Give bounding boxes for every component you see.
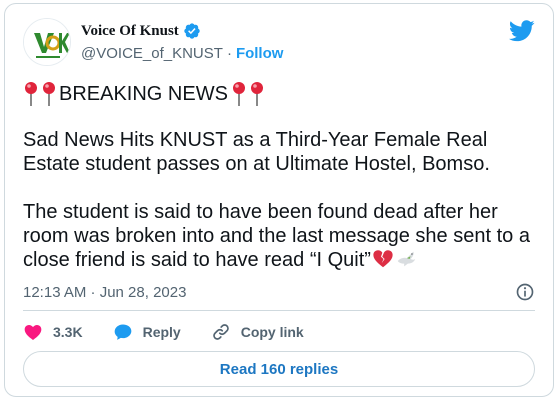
- separator-dot: ·: [226, 45, 232, 62]
- avatar-logo: [24, 19, 70, 65]
- round-pushpin-icon: [250, 82, 263, 106]
- like-button[interactable]: 3.3K: [23, 322, 83, 342]
- tweet-headline: BREAKING NEWS: [59, 83, 228, 105]
- name-row: Voice Of Knust: [81, 22, 201, 40]
- link-icon: [212, 324, 229, 340]
- heart-icon: [24, 325, 42, 340]
- copy-link-button[interactable]: Copy link: [211, 322, 304, 342]
- action-bar: 3.3K Reply Copy link: [23, 320, 334, 344]
- round-pushpin-icon: [232, 82, 245, 106]
- follow-button[interactable]: Follow: [236, 45, 284, 62]
- reply-bubble-icon: [114, 324, 131, 340]
- tweet-timestamp[interactable]: 12:13 AM · Jun 28, 2023: [23, 284, 186, 301]
- dove-icon: [397, 251, 416, 267]
- user-handle[interactable]: @VOICE_of_KNUST: [81, 45, 223, 62]
- like-count: 3.3K: [53, 324, 83, 340]
- tweet-paragraph-2-wrapper: The student is said to have been found d…: [23, 200, 543, 272]
- divider: [23, 310, 535, 311]
- read-replies-button[interactable]: Read 160 replies: [23, 351, 535, 387]
- tweet-body: BREAKING NEWS Sad News Hits KNUST as a T…: [23, 80, 543, 272]
- reply-button[interactable]: Reply: [113, 322, 181, 342]
- timestamp-row: 12:13 AM · Jun 28, 2023: [23, 282, 535, 302]
- verified-badge-icon: [184, 23, 200, 39]
- tweet-paragraph-1: Sad News Hits KNUST as a Third-Year Fema…: [23, 129, 490, 175]
- info-icon[interactable]: [515, 282, 535, 302]
- display-name[interactable]: Voice Of Knust: [81, 23, 179, 40]
- round-pushpin-icon: [25, 82, 37, 106]
- twitter-bird-icon[interactable]: [509, 20, 535, 42]
- tweet-paragraph-2: The student is said to have been found d…: [23, 201, 530, 271]
- handle-row: @VOICE_of_KNUST · Follow: [81, 45, 283, 62]
- tweet-card: Voice Of Knust @VOICE_of_KNUST · Follow: [4, 3, 554, 397]
- reply-label: Reply: [142, 324, 181, 340]
- read-replies-label: Read 160 replies: [219, 360, 339, 378]
- broken-heart-icon: [373, 250, 393, 268]
- tweet-header: Voice Of Knust @VOICE_of_KNUST · Follow: [23, 18, 535, 70]
- tweet-headline-row: BREAKING NEWS: [23, 80, 543, 108]
- avatar[interactable]: [23, 18, 71, 66]
- round-pushpin-icon: [43, 82, 55, 106]
- copy-link-label: Copy link: [240, 324, 304, 340]
